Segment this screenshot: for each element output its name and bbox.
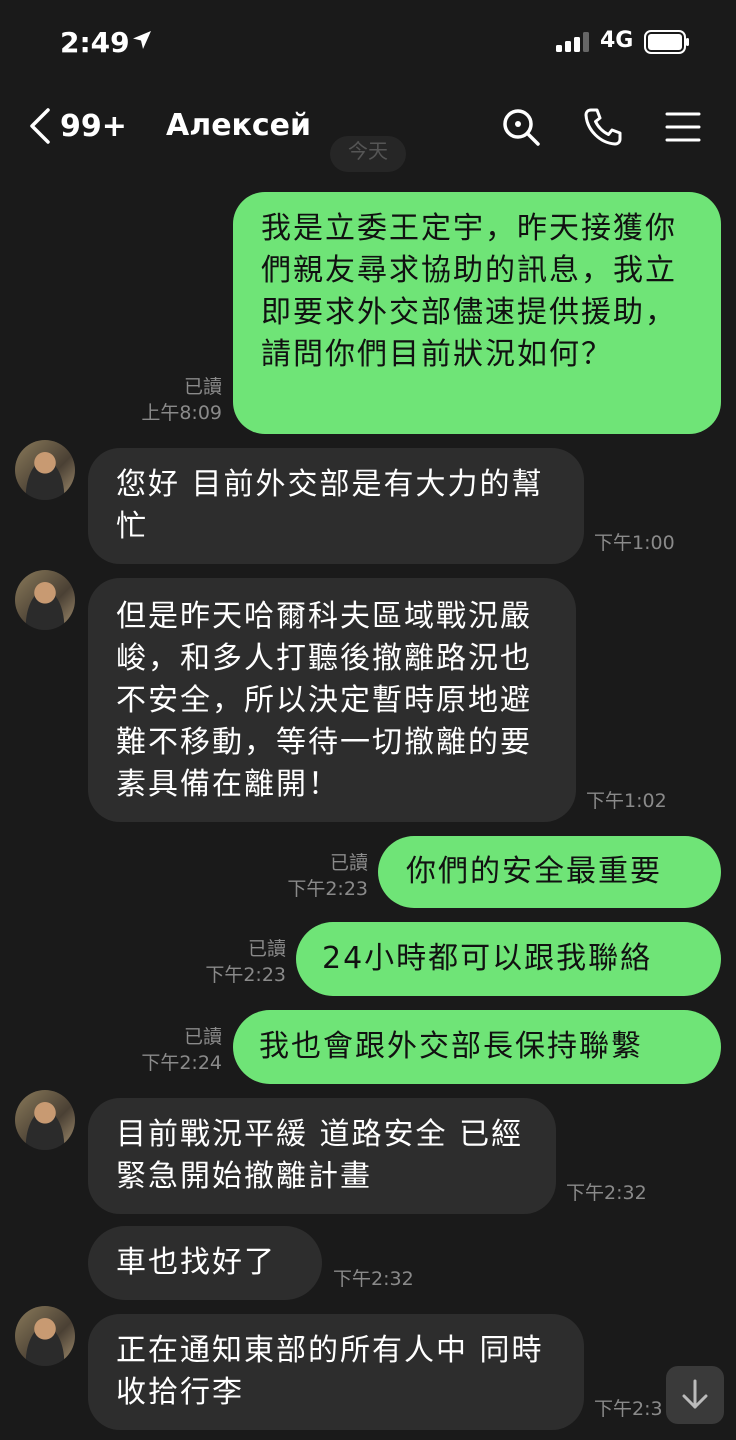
message-bubble-outgoing[interactable]: 24小時都可以跟我聯絡 [296, 922, 721, 996]
message-meta: 已讀 下午2:23 [172, 936, 286, 988]
read-receipt: 已讀 [183, 1026, 222, 1048]
search-icon[interactable] [500, 106, 542, 148]
message-bubble-incoming[interactable]: 目前戰況平緩 道路安全 已經緊急開始撤離計畫 [88, 1098, 556, 1214]
avatar[interactable] [15, 1090, 75, 1150]
read-receipt: 已讀 [247, 938, 286, 960]
message-text: 目前戰況平緩 道路安全 已經緊急開始撤離計畫 [116, 1117, 524, 1194]
menu-icon[interactable] [662, 106, 704, 148]
message-text: 我也會跟外交部長保持聯繫 [259, 1029, 643, 1064]
message-time: 下午1:00 [594, 532, 675, 554]
message-text: 正在通知東部的所有人中 同時收拾行李 [116, 1333, 544, 1410]
read-receipt: 已讀 [329, 852, 368, 874]
message-text: 車也找好了 [116, 1245, 276, 1280]
network-label: 4G [600, 28, 634, 53]
date-separator: 今天 [330, 136, 406, 172]
battery-icon [644, 30, 689, 54]
message-time: 下午2:24 [141, 1052, 222, 1074]
message-bubble-incoming[interactable]: 正在通知東部的所有人中 同時收拾行李 [88, 1314, 584, 1430]
avatar[interactable] [15, 440, 75, 500]
message-text: 您好 目前外交部是有大力的幫忙 [116, 467, 544, 544]
message-meta: 已讀 下午2:24 [108, 1024, 222, 1076]
read-receipt: 已讀 [183, 376, 222, 398]
arrow-down-icon [682, 1379, 708, 1409]
message-text: 但是昨天哈爾科夫區域戰況嚴峻，和多人打聽後撤離路況也不安全，所以決定暫時原地避難… [116, 599, 532, 802]
avatar[interactable] [15, 570, 75, 630]
scroll-to-bottom-button[interactable] [666, 1366, 724, 1424]
message-bubble-outgoing[interactable]: 你們的安全最重要 [378, 836, 721, 908]
status-bar: 2:49 4G [0, 0, 736, 90]
message-text: 我是立委王定宇，昨天接獲你們親友尋求協助的訊息，我立即要求外交部儘速提供援助，請… [261, 211, 677, 372]
chevron-left-icon [30, 108, 50, 144]
message-meta: 已讀 上午8:09 [110, 374, 222, 426]
back-button[interactable]: 99+ [26, 106, 127, 146]
message-time: 下午2:23 [287, 878, 368, 900]
message-time: 上午8:09 [141, 402, 222, 424]
avatar[interactable] [15, 1306, 75, 1366]
message-bubble-incoming[interactable]: 但是昨天哈爾科夫區域戰況嚴峻，和多人打聽後撤離路況也不安全，所以決定暫時原地避難… [88, 578, 576, 822]
message-text: 24小時都可以跟我聯絡 [322, 941, 653, 976]
message-bubble-incoming[interactable]: 車也找好了 [88, 1226, 322, 1300]
message-text: 你們的安全最重要 [406, 854, 662, 889]
message-time: 下午2:32 [333, 1268, 414, 1290]
phone-icon[interactable] [582, 106, 624, 148]
unread-count: 99+ [60, 108, 127, 144]
message-bubble-outgoing[interactable]: 我是立委王定宇，昨天接獲你們親友尋求協助的訊息，我立即要求外交部儘速提供援助，請… [233, 192, 721, 434]
message-time: 下午2:32 [566, 1182, 647, 1204]
signal-icon [556, 32, 589, 52]
message-meta: 已讀 下午2:23 [254, 850, 368, 902]
contact-name: Алексей [166, 108, 312, 143]
message-bubble-outgoing[interactable]: 我也會跟外交部長保持聯繫 [233, 1010, 721, 1084]
message-time: 下午2:23 [205, 964, 286, 986]
message-time: 下午1:02 [586, 790, 667, 812]
message-time: 下午2:3 [594, 1398, 663, 1420]
status-time: 2:49 [60, 26, 130, 59]
message-bubble-incoming[interactable]: 您好 目前外交部是有大力的幫忙 [88, 448, 584, 564]
location-arrow-icon [133, 31, 151, 49]
